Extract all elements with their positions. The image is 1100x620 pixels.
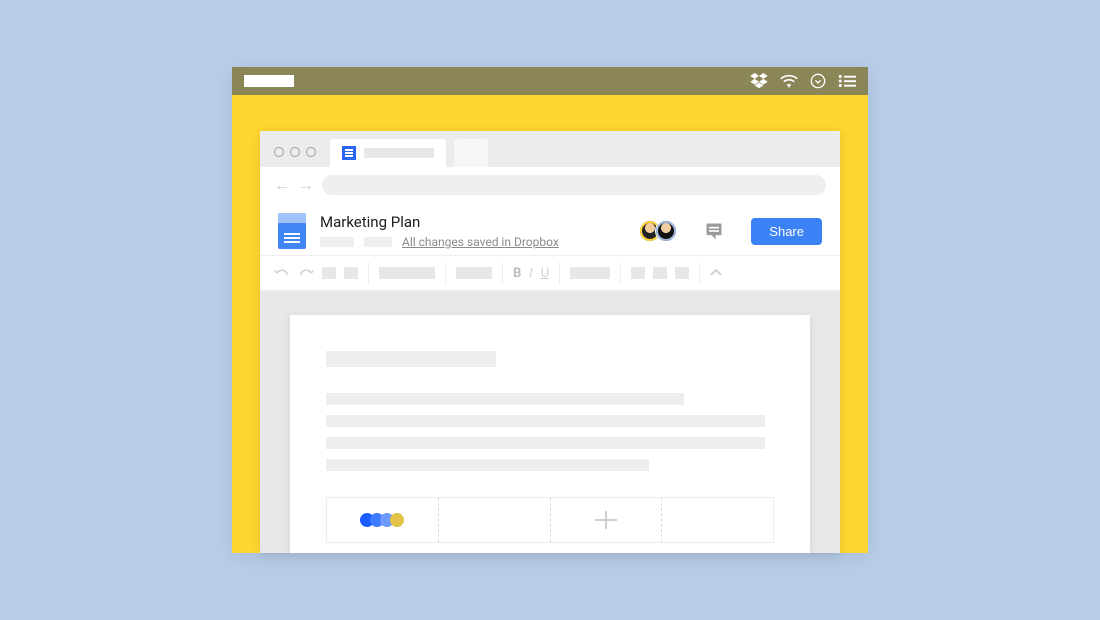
timeline-markers (360, 513, 404, 527)
toolbar-placeholder[interactable] (344, 267, 358, 279)
browser-tab-new[interactable] (454, 139, 488, 167)
maximize-window-icon[interactable] (306, 147, 316, 157)
formatting-toolbar: B I U (260, 255, 840, 291)
content-placeholder (326, 437, 765, 449)
docs-favicon-icon (342, 146, 356, 160)
toolbar-placeholder[interactable] (653, 267, 667, 279)
toolbar-placeholder[interactable] (456, 267, 492, 279)
avatar[interactable] (655, 220, 677, 242)
tab-title-placeholder (364, 148, 434, 158)
toolbar-placeholder[interactable] (631, 267, 645, 279)
document-header: Marketing Plan All changes saved in Drop… (260, 203, 840, 255)
document-canvas (260, 291, 840, 553)
content-placeholder (326, 459, 649, 471)
toolbar-placeholder[interactable] (675, 267, 689, 279)
document-meta: Marketing Plan All changes saved in Drop… (320, 213, 631, 249)
comments-icon[interactable] (703, 220, 725, 242)
toolbar-placeholder[interactable] (570, 267, 610, 279)
minimize-window-icon[interactable] (290, 147, 300, 157)
timeline-widget[interactable] (326, 497, 774, 543)
content-placeholder (326, 415, 765, 427)
toolbar-placeholder[interactable] (379, 267, 435, 279)
nav-forward-icon[interactable]: → (298, 177, 314, 193)
content-placeholder (326, 351, 496, 367)
menu-placeholder[interactable] (364, 237, 392, 247)
toolbar-placeholder[interactable] (322, 267, 336, 279)
menu-placeholder[interactable] (320, 237, 354, 247)
app-window: ← → Marketing Plan All changes saved in … (232, 67, 868, 553)
redo-icon[interactable] (298, 264, 314, 283)
browser-window: ← → Marketing Plan All changes saved in … (260, 131, 840, 553)
underline-button[interactable]: U (541, 266, 549, 281)
system-menu-bar (232, 67, 868, 95)
collaborator-avatars (645, 220, 677, 242)
docs-app-icon[interactable] (278, 213, 306, 249)
save-status[interactable]: All changes saved in Dropbox (402, 235, 559, 249)
bold-button[interactable]: B (513, 266, 521, 281)
wifi-icon[interactable] (780, 74, 798, 88)
share-button[interactable]: Share (751, 218, 822, 245)
undo-icon[interactable] (274, 264, 290, 283)
document-page[interactable] (290, 315, 810, 553)
toolbar-collapse-icon[interactable] (710, 266, 722, 280)
browser-toolbar: ← → (260, 167, 840, 203)
address-bar[interactable] (322, 175, 826, 195)
clock-icon[interactable] (810, 73, 826, 89)
list-icon[interactable] (838, 74, 856, 88)
browser-tabstrip (260, 131, 840, 167)
close-window-icon[interactable] (274, 147, 284, 157)
system-tray (750, 73, 856, 89)
document-title[interactable]: Marketing Plan (320, 213, 631, 231)
content-placeholder (326, 393, 684, 405)
dropbox-icon[interactable] (750, 73, 768, 89)
italic-button[interactable]: I (529, 266, 532, 281)
browser-tab-active[interactable] (330, 139, 446, 167)
system-menu-placeholder (244, 75, 294, 87)
nav-back-icon[interactable]: ← (274, 177, 290, 193)
window-controls (274, 147, 322, 167)
